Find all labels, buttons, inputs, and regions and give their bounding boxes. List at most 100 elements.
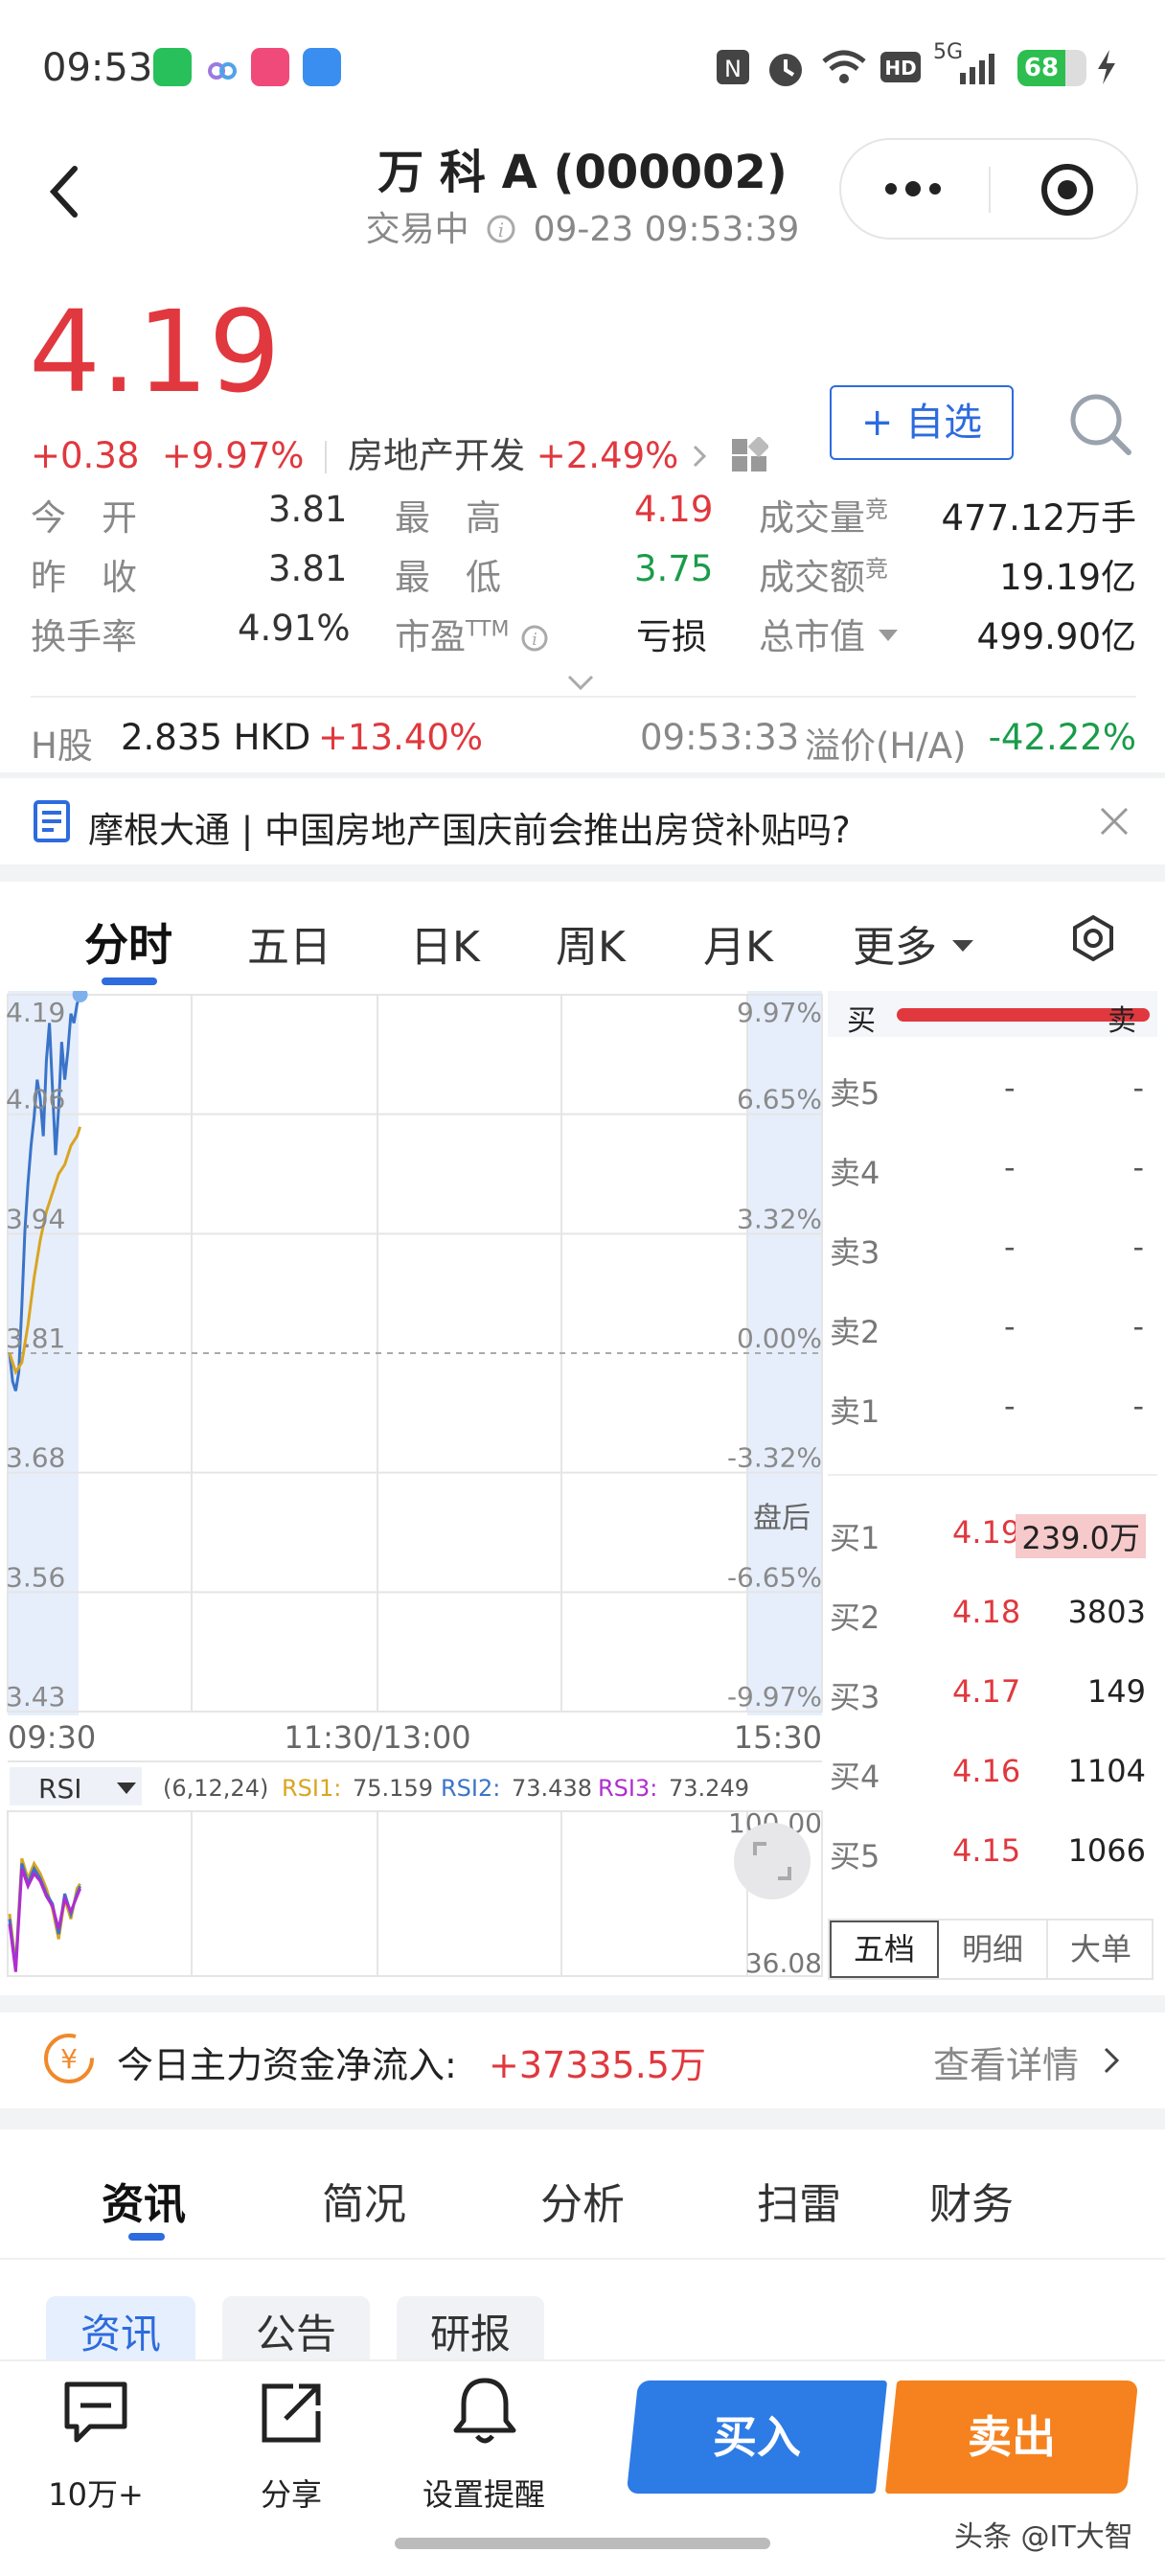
bid-level-label: 买5 — [830, 1838, 880, 1874]
hd-icon: HD — [880, 52, 921, 82]
bid-level-label: 买1 — [830, 1520, 880, 1556]
y-tick-price: 4.19 — [6, 997, 65, 1028]
settings-icon[interactable] — [1069, 914, 1117, 962]
tab-overview[interactable]: 简况 — [322, 2170, 406, 2231]
close-icon[interactable] — [1098, 805, 1131, 838]
capsule-divider — [989, 167, 991, 213]
hshare-time: 09:53:33 — [640, 717, 800, 758]
bid-level-label: 买2 — [830, 1599, 880, 1636]
bell-icon[interactable] — [448, 2375, 521, 2448]
yuan-coin-icon: ¥ — [44, 2034, 94, 2083]
label-market-cap[interactable]: 总市值 — [759, 608, 900, 659]
y-tick-price: 3.94 — [6, 1203, 65, 1234]
tab-indicator — [102, 978, 157, 985]
rsi1-value: 75.159 — [353, 1775, 433, 1802]
ask-level: 卖4 - - — [828, 1138, 1154, 1205]
ask-volume: - — [1132, 1070, 1144, 1106]
alert-label: 设置提醒 — [422, 2476, 545, 2513]
label-turnover: 成交额竞 — [759, 555, 888, 598]
rsi3-label: RSI3: — [598, 1775, 657, 1802]
share-icon[interactable] — [257, 2379, 326, 2448]
value-open: 3.81 — [268, 489, 348, 530]
ask-level: 卖3 - - — [828, 1217, 1154, 1284]
tab-5day[interactable]: 五日 — [247, 912, 331, 974]
expand-chevron-icon[interactable] — [565, 671, 596, 694]
wifi-icon — [822, 50, 866, 83]
caret-down-icon — [878, 630, 898, 641]
tab-risk-scan[interactable]: 扫雷 — [757, 2170, 841, 2231]
value-turnover-rate: 4.91% — [238, 608, 351, 649]
bid-level: 买5 4.15 1066 — [828, 1821, 1154, 1888]
label-turnover-rate: 换手率 — [31, 616, 137, 657]
y-tick-pct: -9.97% — [727, 1681, 822, 1713]
tab-daily-k[interactable]: 日K — [410, 912, 480, 974]
comment-icon[interactable] — [61, 2379, 130, 2448]
tab-large-orders[interactable]: 大单 — [1046, 1920, 1154, 1978]
label-low: 最 低 — [395, 557, 501, 598]
document-icon — [34, 800, 70, 842]
link-icon — [203, 48, 241, 86]
svg-text:¥: ¥ — [60, 2043, 78, 2075]
tab-five-levels[interactable]: 五档 — [830, 1920, 939, 1978]
label-open: 今 开 — [31, 497, 137, 539]
bid-volume: 149 — [1086, 1673, 1146, 1710]
premium-value: -42.22% — [988, 717, 1136, 758]
info-icon[interactable]: i — [486, 214, 516, 244]
rsi1-label: RSI1: — [282, 1775, 341, 1802]
sector-name[interactable]: 房地产开发 — [348, 435, 525, 476]
bid-volume: 1104 — [1067, 1753, 1146, 1789]
search-icon[interactable] — [1067, 391, 1134, 458]
info-icon[interactable]: i — [520, 624, 549, 653]
ask-level: 卖2 - - — [828, 1297, 1154, 1364]
tab-weekly-k[interactable]: 周K — [556, 912, 626, 974]
bid-level: 买2 4.18 3803 — [828, 1582, 1154, 1649]
news-headline: 摩根大通 | 中国房地产国庆前会推出房贷补贴吗? — [88, 810, 851, 851]
buy-header: 买 — [847, 1004, 876, 1038]
more-icon[interactable] — [879, 167, 947, 211]
y-tick-price: 3.68 — [6, 1442, 65, 1474]
tab-news[interactable]: 资讯 — [102, 2170, 186, 2231]
buy-button[interactable]: 买入 — [632, 2380, 881, 2494]
bid-price: 4.17 — [952, 1673, 1021, 1710]
bid-volume: 1066 — [1067, 1832, 1146, 1869]
y-tick-price: 3.43 — [6, 1681, 65, 1713]
ask-level-label: 卖5 — [830, 1075, 880, 1112]
rsi-lines — [8, 1857, 81, 1972]
close-miniprogram-icon[interactable] — [1039, 161, 1096, 218]
rsi2-label: RSI2: — [441, 1775, 500, 1802]
add-favorite-button[interactable]: + 自选 — [830, 385, 1014, 460]
tab-more[interactable]: 更多 — [853, 912, 975, 974]
hshare-label: H股 — [31, 725, 93, 767]
tab-analysis[interactable]: 分析 — [540, 2170, 625, 2231]
home-indicator[interactable] — [395, 2538, 770, 2549]
tab-intraday[interactable]: 分时 — [84, 910, 172, 974]
ask-volume: - — [1132, 1388, 1144, 1424]
quote-row: 换手率 4.91% 市盈TTM i 亏损 总市值 499.90亿 — [31, 608, 1136, 665]
value-high: 4.19 — [634, 489, 714, 530]
battery-icon: 68 — [1017, 50, 1086, 86]
svg-text:HD: HD — [884, 57, 916, 80]
ask-price: - — [1004, 1149, 1016, 1185]
tab-indicator — [128, 2233, 165, 2241]
intraday-chart[interactable]: 4.19 9.97% 4.06 6.65% 3.94 3.32% 3.81 0.00% 3.68… — [0, 991, 828, 1982]
fullscreen-button[interactable] — [734, 1823, 811, 1899]
tab-monthly-k[interactable]: 月K — [703, 912, 773, 974]
change-line: +0.38 +9.97% 房地产开发 +2.49% — [31, 426, 770, 478]
sector-change-pct: +2.49% — [536, 435, 679, 476]
tab-financials[interactable]: 财务 — [929, 2170, 1014, 2231]
caret-down-icon — [952, 940, 973, 952]
view-details-link[interactable]: 查看详情 — [933, 2036, 1079, 2088]
bid-volume: 239.0万 — [1016, 1514, 1146, 1558]
sell-button[interactable]: 卖出 — [891, 2380, 1132, 2494]
tab-detail[interactable]: 明细 — [939, 1920, 1046, 1978]
charging-icon — [1098, 50, 1115, 84]
ask-price: - — [1004, 1070, 1016, 1106]
ask-level-label: 卖4 — [830, 1155, 880, 1191]
hshare-row[interactable]: H股 2.835 HKD +13.40% 09:53:33 溢价(H/A) -4… — [31, 717, 1136, 767]
grid-apps-icon[interactable] — [730, 435, 770, 475]
chevron-right-icon — [1104, 2047, 1120, 2074]
bid-level-label: 买3 — [830, 1679, 880, 1715]
news-banner[interactable]: 摩根大通 | 中国房地产国庆前会推出房贷补贴吗? — [0, 778, 1165, 864]
comment-count: 10万+ — [48, 2476, 144, 2513]
capital-flow-row[interactable]: ¥ 今日主力资金净流入: +37335.5万 查看详情 — [0, 2012, 1165, 2108]
